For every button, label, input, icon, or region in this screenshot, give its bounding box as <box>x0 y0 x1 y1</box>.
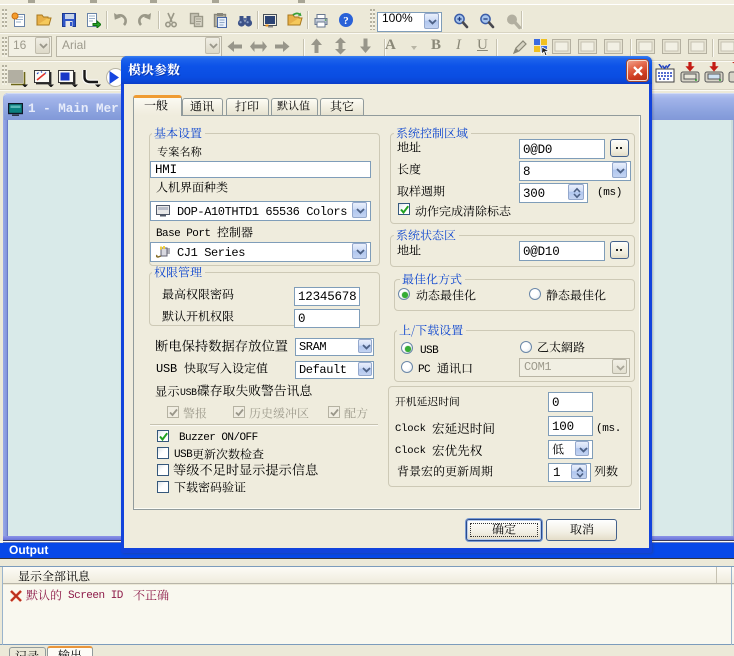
svg-text:?: ? <box>343 15 349 27</box>
